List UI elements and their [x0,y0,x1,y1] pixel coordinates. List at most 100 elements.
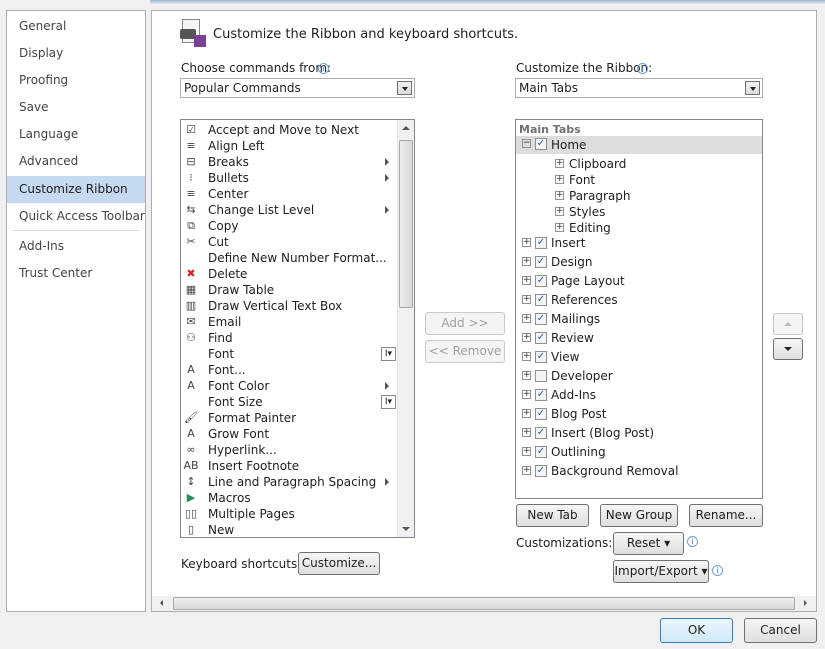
checkbox[interactable]: ✓ [535,465,547,477]
expand-icon[interactable]: + [555,207,564,216]
scroll-up-icon[interactable] [402,126,410,130]
expand-icon[interactable]: + [522,276,531,285]
checkbox-home[interactable]: ✓ [535,138,547,150]
checkbox[interactable]: ✓ [535,332,547,344]
reset-button[interactable]: Reset ▾ [613,532,684,555]
info-icon[interactable]: i [318,63,329,74]
command-item[interactable]: ⧉ Copy [181,218,397,234]
expand-icon[interactable]: + [522,428,531,437]
expand-icon[interactable]: + [522,238,531,247]
checkbox[interactable]: ✓ [535,237,547,249]
expand-icon[interactable]: + [522,333,531,342]
checkbox[interactable]: ✓ [535,294,547,306]
remove-button[interactable]: << Remove [425,340,505,363]
sidebar-item-save[interactable]: Save [7,94,145,121]
command-item[interactable]: ∞ Hyperlink... [181,442,397,458]
expand-icon[interactable]: + [522,257,531,266]
command-item[interactable]: ↕ Line and Paragraph Spacing [181,474,397,490]
command-item[interactable]: ≡ Align Left [181,138,397,154]
ok-button[interactable]: OK [660,618,733,643]
scrollbar-thumb[interactable] [399,140,413,308]
command-item[interactable]: ▯ New [181,522,397,537]
command-item[interactable]: ✉ Email [181,314,397,330]
command-item[interactable]: Font Size I▾ [181,394,397,410]
new-tab-button[interactable]: New Tab [516,504,589,527]
horizontal-scrollbar[interactable] [152,596,816,611]
commands-scrollbar[interactable] [397,120,414,537]
rename-button[interactable]: Rename... [689,504,763,527]
info-icon[interactable]: i [712,565,723,576]
customize-shortcuts-button[interactable]: Customize... [298,552,380,575]
info-icon[interactable]: i [687,536,698,547]
checkbox[interactable]: ✓ [535,427,547,439]
import-export-button[interactable]: Import/Export ▾ [613,560,709,583]
expand-icon[interactable]: + [555,223,564,232]
checkbox[interactable] [535,370,547,382]
horizontal-scrollbar-thumb[interactable] [173,597,795,610]
choose-commands-dropdown[interactable]: Popular Commands [180,78,415,98]
command-item[interactable]: ⚇ Find [181,330,397,346]
expand-icon[interactable]: + [522,295,531,304]
checkbox[interactable]: ✓ [535,446,547,458]
new-group-button[interactable]: New Group [600,504,678,527]
command-item[interactable]: ▯▯ Multiple Pages [181,506,397,522]
command-item[interactable]: ▦ Draw Table [181,282,397,298]
command-item[interactable]: ✖ Delete [181,266,397,282]
sidebar-item-trust-center[interactable]: Trust Center [7,260,145,287]
scroll-right-icon[interactable] [804,600,807,606]
sidebar-item-advanced[interactable]: Advanced [7,148,145,175]
collapse-icon[interactable]: − [522,139,531,148]
command-item[interactable]: ≡ Center [181,186,397,202]
checkbox[interactable]: ✓ [535,389,547,401]
chevron-down-icon[interactable] [745,81,760,95]
checkbox[interactable]: ✓ [535,408,547,420]
command-item[interactable]: ✂ Cut [181,234,397,250]
add-button[interactable]: Add >> [425,312,505,335]
command-item[interactable]: A Font Color [181,378,397,394]
expand-icon[interactable]: + [555,159,564,168]
expand-icon[interactable]: + [522,390,531,399]
command-item[interactable]: Define New Number Format... [181,250,397,266]
cancel-button[interactable]: Cancel [744,618,817,643]
expand-icon[interactable]: + [555,191,564,200]
command-item[interactable]: ▶ Macros [181,490,397,506]
command-item[interactable]: ⇆ Change List Level [181,202,397,218]
ribbon-tree[interactable]: Main Tabs − ✓ Home + Clipboard + Font + Parag… [515,119,763,499]
expand-icon[interactable]: + [522,447,531,456]
sidebar-item-proofing[interactable]: Proofing [7,67,145,94]
sidebar-item-quick-access-toolbar[interactable]: Quick Access Toolbar [7,203,145,230]
move-up-button[interactable] [773,313,803,335]
sidebar-item-general[interactable]: General [7,13,145,40]
command-item[interactable]: Font I▾ [181,346,397,362]
checkbox[interactable]: ✓ [535,256,547,268]
command-item[interactable]: 🖌 Format Painter [181,410,397,426]
expand-icon[interactable]: + [522,314,531,323]
expand-icon[interactable]: + [522,371,531,380]
sidebar-item-add-ins[interactable]: Add-Ins [7,233,145,260]
command-item[interactable]: AB Insert Footnote [181,458,397,474]
expand-icon[interactable]: + [555,175,564,184]
command-item[interactable]: ⊟ Breaks [181,154,397,170]
checkbox[interactable]: ✓ [535,351,547,363]
info-icon[interactable]: i [637,63,648,74]
sidebar-item-customize-ribbon[interactable]: Customize Ribbon [7,176,145,203]
move-down-button[interactable] [773,338,803,360]
sidebar-item-display[interactable]: Display [7,40,145,67]
command-item[interactable]: ▥ Draw Vertical Text Box [181,298,397,314]
checkbox[interactable]: ✓ [535,313,547,325]
tree-item-home[interactable]: − ✓ Home [516,136,762,154]
sidebar-item-language[interactable]: Language [7,121,145,148]
customize-ribbon-dropdown[interactable]: Main Tabs [515,78,763,98]
command-item[interactable]: ☑ Accept and Move to Next [181,122,397,138]
scroll-left-icon[interactable] [160,600,163,606]
expand-icon[interactable]: + [522,352,531,361]
commands-list[interactable]: ☑ Accept and Move to Next ≡ Align Left ⊟ Brea… [180,119,415,538]
chevron-down-icon[interactable] [397,81,412,95]
expand-icon[interactable]: + [522,409,531,418]
expand-icon[interactable]: + [522,466,531,475]
scroll-down-icon[interactable] [402,527,410,531]
command-item[interactable]: A Font... [181,362,397,378]
command-item[interactable]: ⁝ Bullets [181,170,397,186]
checkbox[interactable]: ✓ [535,275,547,287]
command-item[interactable]: A Grow Font [181,426,397,442]
